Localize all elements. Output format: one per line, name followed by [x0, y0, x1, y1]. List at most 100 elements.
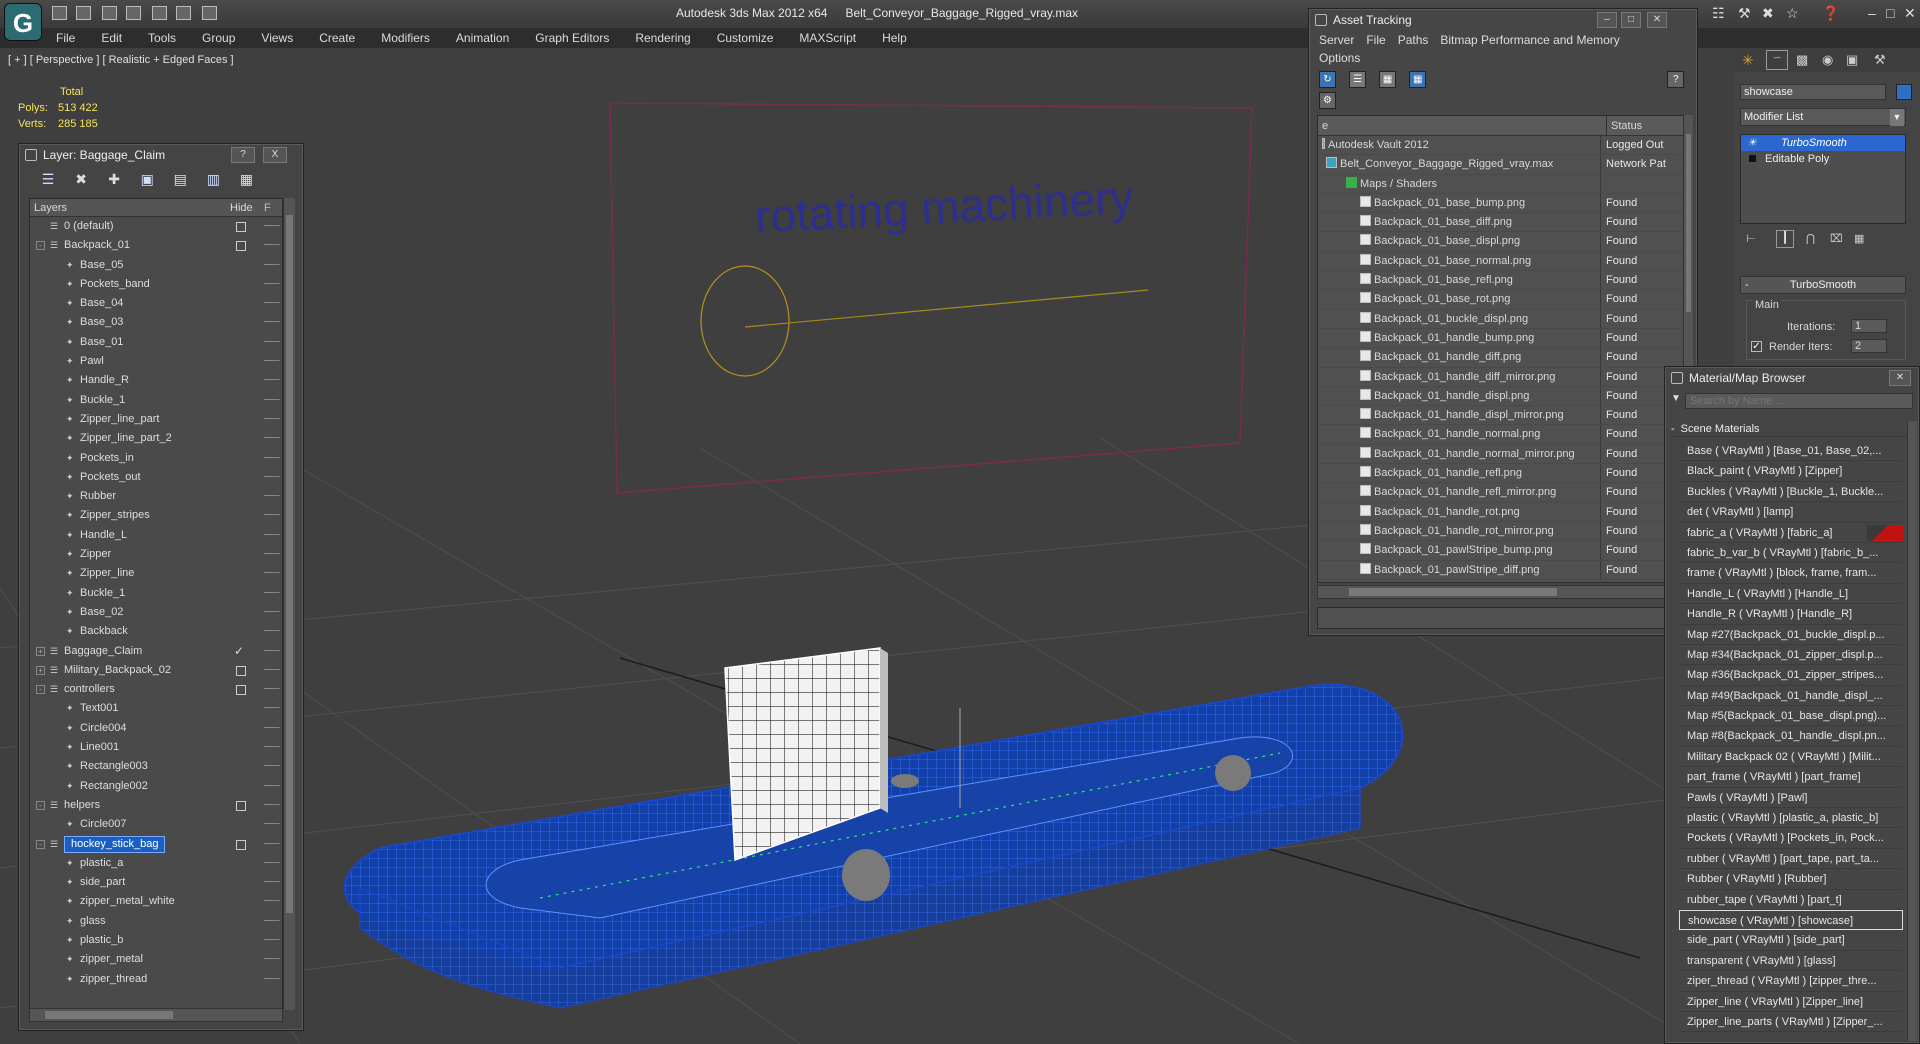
freeze-toggle[interactable]: ── — [264, 333, 280, 352]
rotating-machinery-text[interactable]: rotating machinery — [754, 171, 1135, 243]
layer-row[interactable]: ✦ Base_02 ── — [30, 603, 282, 622]
material-row[interactable]: Map #36(Backpack_01_zipper_stripes... — [1679, 665, 1903, 686]
layer-row[interactable]: ✦ Pockets_out ── — [30, 468, 282, 487]
iterations-spinner[interactable]: 1 — [1851, 319, 1887, 333]
asset-row[interactable]: Belt_Conveyor_Baggage_Rigged_vray.max Net… — [1318, 155, 1690, 175]
freeze-toggle[interactable]: ── — [264, 391, 280, 410]
column-name[interactable]: e — [1322, 116, 1328, 136]
add-selection-icon[interactable]: ✚ — [105, 170, 123, 188]
search-input[interactable] — [1685, 393, 1913, 409]
settings-icon[interactable]: ⚙ — [1319, 92, 1336, 109]
viewport-label[interactable]: [ + ] [ Perspective ] [ Realistic + Edge… — [8, 54, 234, 66]
menu-views[interactable]: Views — [261, 28, 293, 48]
layer-row[interactable]: ✦ Zipper_line_part ── — [30, 410, 282, 429]
layer-row[interactable]: ✦ Base_03 ── — [30, 313, 282, 332]
layer-row[interactable]: ✦ Base_04 ── — [30, 294, 282, 313]
project-icon[interactable] — [202, 6, 217, 20]
freeze-toggle[interactable]: ── — [264, 854, 280, 873]
make-unique-icon[interactable]: ⋂ — [1806, 232, 1815, 245]
create-tab-icon[interactable]: ✳ — [1742, 52, 1754, 69]
material-row[interactable]: Buckles ( VRayMtl ) [Buckle_1, Buckle... — [1679, 482, 1903, 503]
column-hide[interactable]: Hide — [230, 199, 253, 217]
freeze-toggle[interactable]: ── — [264, 873, 280, 892]
hidden-check-icon[interactable]: ✓ — [234, 642, 244, 661]
star-icon[interactable]: ☆ — [1786, 5, 1799, 22]
material-row[interactable]: Handle_R ( VRayMtl ) [Handle_R] — [1679, 604, 1903, 625]
column-freeze[interactable]: F — [264, 199, 271, 217]
asset-row[interactable]: Backpack_01_handle_refl_mirror.png Found — [1318, 483, 1690, 503]
hierarchy-tab-icon[interactable]: ▩ — [1796, 52, 1808, 68]
layer-row[interactable]: ✦ Text001 ── — [30, 699, 282, 718]
layer-row[interactable]: + ☰ Military_Backpack_02 ── — [30, 661, 282, 680]
material-row[interactable]: Zipper_line_parts ( VRayMtl ) [Zipper_..… — [1679, 1012, 1903, 1033]
layer-row[interactable]: ✦ Buckle_1 ── — [30, 584, 282, 603]
freeze-toggle[interactable]: ── — [264, 217, 280, 236]
list-icon[interactable]: ☰ — [1349, 71, 1367, 88]
maximize-icon[interactable]: □ — [1886, 5, 1894, 21]
asset-row[interactable]: Backpack_01_base_rot.png Found — [1318, 290, 1690, 310]
freeze-toggle[interactable]: ── — [264, 642, 280, 661]
collapse-icon[interactable]: - — [36, 800, 45, 810]
close-icon[interactable]: ✕ — [1904, 5, 1916, 22]
freeze-toggle[interactable]: ── — [264, 526, 280, 545]
freeze-toggle[interactable]: ── — [264, 545, 280, 564]
material-row[interactable]: plastic ( VRayMtl ) [plastic_a, plastic_… — [1679, 808, 1903, 829]
layer-row[interactable]: ✦ Rubber ── — [30, 487, 282, 506]
layer-hscrollbar[interactable] — [29, 1008, 283, 1022]
render-iters-spinner[interactable]: 2 — [1851, 339, 1887, 353]
layer-row[interactable]: ✦ side_part ── — [30, 873, 282, 892]
layer-row[interactable]: ✦ Handle_L ── — [30, 526, 282, 545]
pin-stack-icon[interactable]: ⊢ — [1746, 232, 1756, 245]
asset-row[interactable]: Backpack_01_handle_diff_mirror.png Found — [1318, 367, 1690, 387]
layer-row[interactable]: ✦ zipper_metal_white ── — [30, 892, 282, 911]
asset-menu-paths[interactable]: Paths — [1398, 31, 1429, 49]
rectangle-helper[interactable] — [609, 102, 1253, 494]
maximize-button[interactable]: □ — [1621, 12, 1641, 28]
layer-row[interactable]: ✦ zipper_metal ── — [30, 950, 282, 969]
material-row[interactable]: transparent ( VRayMtl ) [glass] — [1679, 951, 1903, 972]
menu-group[interactable]: Group — [202, 28, 235, 48]
freeze-toggle[interactable]: ── — [264, 970, 280, 989]
layer-row[interactable]: - ☰ Backpack_01 ── — [30, 236, 282, 255]
layer-row[interactable]: ✦ Circle007 ── — [30, 815, 282, 834]
menu-edit[interactable]: Edit — [101, 28, 122, 48]
freeze-toggle[interactable]: ── — [264, 622, 280, 641]
asset-row[interactable]: Backpack_01_handle_normal.png Found — [1318, 425, 1690, 445]
utilities-tab-icon[interactable]: ⚒ — [1874, 52, 1886, 68]
asset-menu-file[interactable]: File — [1366, 31, 1385, 49]
select-objects-icon[interactable]: ▣ — [138, 170, 156, 188]
material-row[interactable]: fabric_a ( VRayMtl ) [fabric_a] — [1679, 523, 1903, 543]
help-icon[interactable]: ? — [1667, 71, 1685, 88]
menu-file[interactable]: File — [56, 28, 75, 48]
layer-row[interactable]: ✦ Rectangle002 ── — [30, 777, 282, 796]
asset-path-field[interactable] — [1317, 607, 1691, 629]
delete-layer-icon[interactable]: ✖ — [72, 170, 90, 188]
freeze-toggle[interactable]: ── — [264, 506, 280, 525]
new-icon[interactable] — [102, 6, 117, 20]
minimize-icon[interactable]: – — [1868, 5, 1876, 21]
menu-tools[interactable]: Tools — [148, 28, 176, 48]
column-layers[interactable]: Layers — [34, 199, 67, 217]
freeze-toggle[interactable]: ── — [264, 449, 280, 468]
expand-icon[interactable] — [36, 222, 45, 231]
menu-rendering[interactable]: Rendering — [635, 28, 690, 48]
freeze-toggle[interactable]: ── — [264, 236, 280, 255]
turbosmooth-rollout-header[interactable]: - TurboSmooth — [1740, 276, 1906, 294]
hide-toggle[interactable] — [236, 222, 246, 232]
freeze-toggle[interactable]: ── — [264, 912, 280, 931]
freeze-toggle[interactable]: ── — [264, 468, 280, 487]
freeze-toggle[interactable]: ── — [264, 352, 280, 371]
layer-row[interactable]: + ☰ Baggage_Claim ✓ ── — [30, 642, 282, 661]
asset-row[interactable]: Backpack_01_base_diff.png Found — [1318, 213, 1690, 233]
cross-icon[interactable]: ✖ — [1762, 5, 1774, 22]
circle-helper[interactable] — [700, 265, 790, 377]
asset-row[interactable]: Backpack_01_handle_displ.png Found — [1318, 386, 1690, 407]
collapse-icon[interactable]: - — [36, 241, 45, 251]
layer-row[interactable]: ✦ zipper_thread ── — [30, 970, 282, 989]
layer-row[interactable]: ✦ plastic_a ── — [30, 854, 282, 873]
asset-row[interactable]: Maps / Shaders — [1318, 174, 1690, 194]
display-tab-icon[interactable]: ▣ — [1846, 52, 1858, 68]
freeze-all-icon[interactable]: ▦ — [237, 170, 255, 188]
material-row[interactable]: Map #49(Backpack_01_handle_displ_... — [1679, 686, 1903, 707]
material-row[interactable]: side_part ( VRayMtl ) [side_part] — [1679, 930, 1903, 951]
